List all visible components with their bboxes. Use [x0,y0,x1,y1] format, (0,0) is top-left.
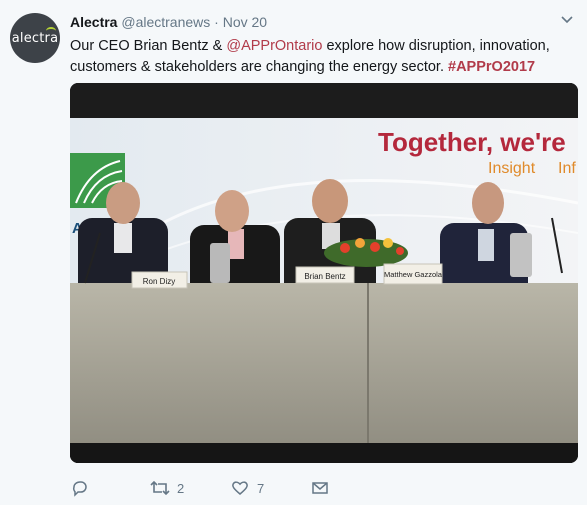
like-icon [230,478,250,498]
reply-button[interactable] [70,476,97,500]
nameplate-1: Ron Dizy [131,271,188,289]
banner-word-1: Insight [488,160,536,177]
message-icon [310,478,330,498]
tweet-actions: 2 7 [70,476,470,500]
tweet-text: Our CEO Brian Bentz & @APPrOntario explo… [70,36,575,78]
banner-word-2: Inf [558,160,576,177]
author-name[interactable]: Alectra [70,14,117,30]
hashtag-link[interactable]: #APPrO2017 [448,59,535,75]
retweet-icon [150,478,170,498]
tweet-header: Alectra @alectranews · Nov 20 [70,12,575,32]
tweet-card[interactable]: alectra Alectra @alectranews · Nov 20 Ou… [0,0,587,505]
svg-text:Brian Bentz: Brian Bentz [304,272,345,281]
nameplate-3: Matthew Gazzola [383,263,443,285]
tweet-photo[interactable]: APP Together, we're Insight Inf [70,83,578,463]
retweet-button[interactable]: 2 [150,476,184,500]
tweet-text-part1: Our CEO Brian Bentz & [70,38,227,54]
retweet-count: 2 [177,480,185,496]
nameplate-2: Brian Bentz [295,266,355,284]
direct-message-button[interactable] [310,476,330,500]
author-handle[interactable]: @alectranews [121,14,210,30]
svg-text:Matthew Gazzola: Matthew Gazzola [384,270,443,279]
svg-text:Ron Dizy: Ron Dizy [143,277,175,286]
like-count: 7 [257,480,265,496]
panel-photo-illustration: APP Together, we're Insight Inf [70,83,578,463]
like-button[interactable]: 7 [230,476,264,500]
separator-dot: · [214,14,219,30]
mention-link[interactable]: @APPrOntario [226,38,322,54]
chevron-down-icon[interactable] [559,12,575,28]
banner-title: Together, we're [378,127,566,157]
avatar[interactable]: alectra [10,13,60,63]
tweet-timestamp[interactable]: Nov 20 [223,14,267,30]
reply-icon [70,478,90,498]
